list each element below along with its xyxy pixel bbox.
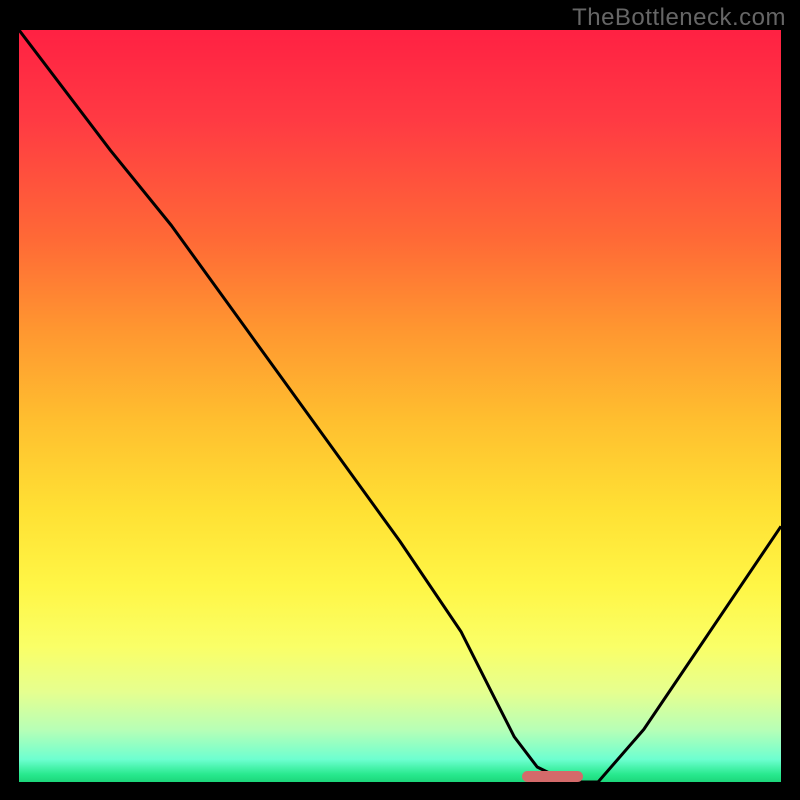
watermark-text: TheBottleneck.com xyxy=(572,4,786,32)
plot-area xyxy=(19,30,781,782)
bottleneck-curve xyxy=(19,30,781,782)
curve-path xyxy=(19,30,781,782)
optimal-marker xyxy=(522,771,583,782)
chart-frame: TheBottleneck.com xyxy=(0,0,800,800)
